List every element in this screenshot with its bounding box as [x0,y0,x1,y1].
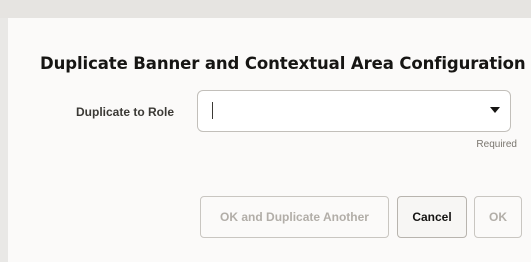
ok-button[interactable]: OK [474,196,522,238]
ok-and-duplicate-another-button[interactable]: OK and Duplicate Another [200,196,389,238]
text-cursor [212,102,213,119]
page-header-strip [0,0,531,18]
duplicate-to-role-select[interactable] [197,90,511,132]
cancel-button[interactable]: Cancel [397,196,467,238]
dialog-title: Duplicate Banner and Contextual Area Con… [40,54,526,73]
duplicate-config-dialog: Duplicate Banner and Contextual Area Con… [8,18,531,262]
chevron-down-icon[interactable] [490,107,500,113]
duplicate-to-role-label: Duplicate to Role [76,105,175,119]
required-hint: Required [476,139,517,150]
